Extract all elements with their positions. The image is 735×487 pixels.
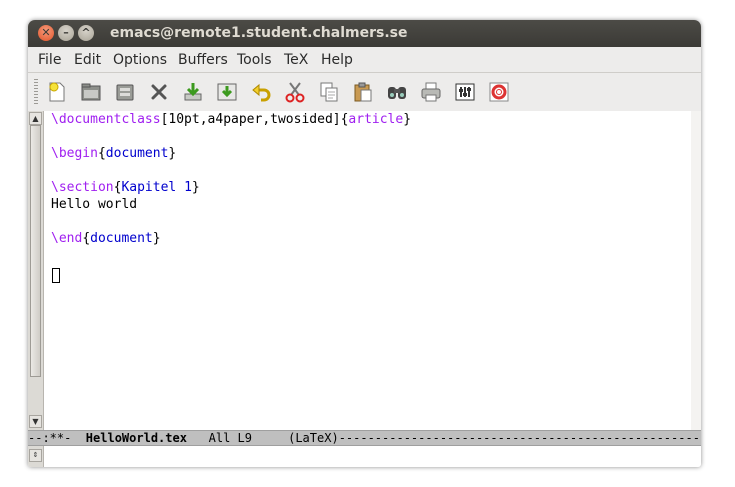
menu-help[interactable]: Help xyxy=(321,52,353,68)
latex-options: [10pt,a4paper,twosided] xyxy=(160,112,341,127)
latex-command: \documentclass xyxy=(51,112,161,127)
latex-command: \begin xyxy=(51,146,98,161)
cut-icon[interactable] xyxy=(282,79,308,105)
code-line-8: \end{document} xyxy=(51,230,161,247)
modeline-fill: ----------------------------------------… xyxy=(338,431,701,445)
latex-argument: document xyxy=(90,231,153,246)
close-buffer-icon[interactable] xyxy=(146,79,172,105)
menu-buffers[interactable]: Buffers xyxy=(178,52,228,68)
undo-icon[interactable] xyxy=(248,79,274,105)
minibuffer-scroll-arrows-icon[interactable]: ⇕ xyxy=(29,449,42,462)
toolbar xyxy=(28,73,701,112)
latex-brace-close: } xyxy=(152,231,161,246)
menu-tex[interactable]: TeX xyxy=(284,52,308,68)
latex-brace-open: { xyxy=(82,231,91,246)
latex-command: \end xyxy=(51,231,83,246)
toolbar-handle[interactable] xyxy=(34,79,38,105)
scrollbar-thumb[interactable] xyxy=(30,125,41,377)
dired-icon[interactable] xyxy=(112,79,138,105)
preferences-icon[interactable] xyxy=(452,79,478,105)
latex-command: \section xyxy=(51,180,114,195)
latex-brace-close: } xyxy=(168,146,177,161)
latex-argument: Kapitel 1 xyxy=(121,180,192,195)
paste-icon[interactable] xyxy=(350,79,376,105)
minibuffer[interactable] xyxy=(28,446,701,467)
copy-icon[interactable] xyxy=(316,79,342,105)
scroll-down-arrow-icon[interactable]: ▼ xyxy=(29,415,42,428)
print-icon[interactable] xyxy=(418,79,444,105)
text-cursor xyxy=(52,268,60,283)
close-window-button[interactable]: ✕ xyxy=(38,25,54,41)
emacs-window: ✕ – ^ emacs@remote1.student.chalmers.se … xyxy=(28,20,701,467)
latex-brace-close: } xyxy=(191,180,200,195)
vertical-scrollbar[interactable]: ▲ ▼ xyxy=(28,111,44,430)
open-folder-icon[interactable] xyxy=(78,79,104,105)
code-line-3: \begin{document} xyxy=(51,145,176,162)
latex-argument: article xyxy=(348,112,404,127)
modeline-major-mode[interactable]: (LaTeX) xyxy=(288,431,339,445)
right-fringe xyxy=(691,111,701,430)
scroll-up-arrow-icon[interactable]: ▲ xyxy=(29,112,42,125)
save-icon[interactable] xyxy=(180,79,206,105)
latex-argument: document xyxy=(105,146,169,161)
modeline-buffer-name[interactable]: HelloWorld.tex xyxy=(86,431,187,445)
menu-tools[interactable]: Tools xyxy=(237,52,272,68)
title-bar: ✕ – ^ emacs@remote1.student.chalmers.se xyxy=(28,20,701,47)
text-area[interactable]: \documentclass[10pt,a4paper,twosided] { ar… xyxy=(51,111,691,430)
help-icon[interactable] xyxy=(486,79,512,105)
menu-edit[interactable]: Edit xyxy=(74,52,101,68)
menu-bar: File Edit Options Buffers Tools TeX Help xyxy=(28,47,701,73)
maximize-window-button[interactable]: ^ xyxy=(78,25,94,41)
menu-file[interactable]: File xyxy=(38,52,61,68)
menu-options[interactable]: Options xyxy=(113,52,167,68)
modeline-position: All L9 xyxy=(186,431,289,445)
code-line-6: Hello world xyxy=(51,197,138,212)
modeline-status: --:**- xyxy=(28,431,86,445)
search-icon[interactable] xyxy=(384,79,410,105)
latex-brace-open: { xyxy=(97,146,106,161)
minibuffer-scrollbar[interactable]: ⇕ xyxy=(28,446,44,467)
latex-brace-close: } xyxy=(403,112,412,127)
new-file-icon[interactable] xyxy=(44,79,70,105)
minimize-window-button[interactable]: – xyxy=(58,25,74,41)
mode-line[interactable]: --:**- HelloWorld.tex All L9 (LaTeX)----… xyxy=(28,430,701,446)
save-as-icon[interactable] xyxy=(214,79,240,105)
code-line-5: \section{Kapitel 1} xyxy=(51,179,200,196)
window-title: emacs@remote1.student.chalmers.se xyxy=(110,25,408,41)
code-line-1: \documentclass[10pt,a4paper,twosided]{ar… xyxy=(51,111,411,128)
